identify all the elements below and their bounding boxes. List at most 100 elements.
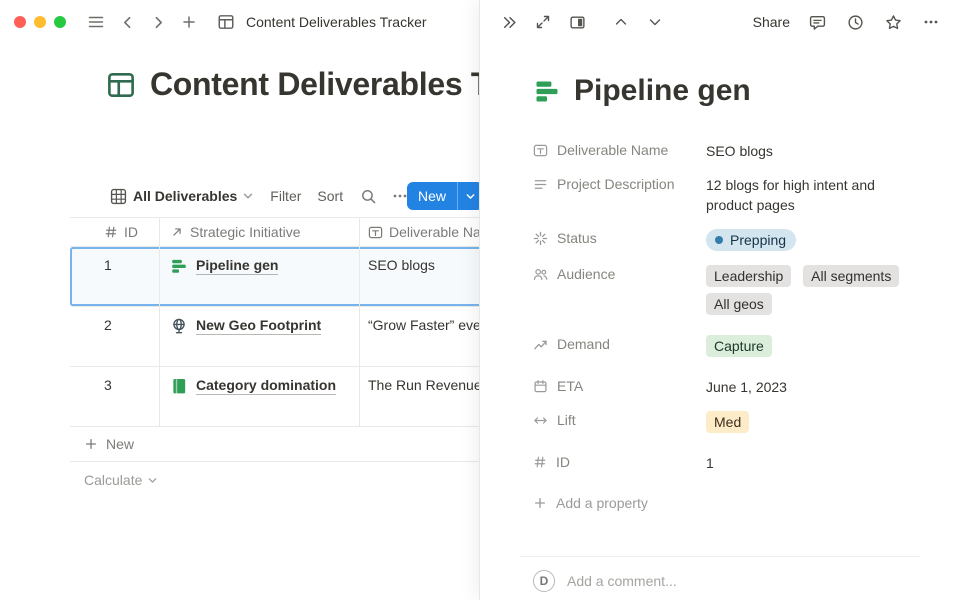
updates-button[interactable] — [844, 9, 866, 35]
cell-id[interactable]: 3 — [70, 367, 160, 426]
page-options-button[interactable] — [920, 9, 942, 35]
forward-button[interactable] — [147, 10, 169, 34]
audience-tag[interactable]: All segments — [803, 265, 899, 287]
column-label: Strategic Initiative — [190, 224, 301, 240]
peek-mode-button[interactable] — [566, 9, 588, 35]
chevron-down-icon — [647, 14, 663, 30]
titlebar-page-title[interactable]: Content Deliverables Tracker — [246, 14, 427, 30]
page-link-label: New Geo Footprint — [196, 317, 321, 335]
property-value[interactable]: Med — [706, 411, 920, 439]
property-label[interactable]: Status — [533, 229, 706, 246]
page-link-label: Pipeline gen — [196, 257, 278, 275]
page-link[interactable]: New Geo Footprint — [170, 317, 321, 335]
sort-button[interactable]: Sort — [317, 188, 343, 204]
property-label[interactable]: Lift — [533, 411, 706, 428]
side-peek-panel: Share Pipeline gen — [479, 0, 960, 600]
property-value[interactable]: SEO blogs — [706, 141, 920, 161]
page-link-label: Category domination — [196, 377, 336, 395]
property-label-text: ID — [556, 454, 570, 470]
new-record-button[interactable]: New — [407, 182, 457, 210]
previous-record-button[interactable] — [610, 9, 632, 35]
sidebar-toggle-button[interactable] — [85, 10, 107, 34]
property-value[interactable]: Leadership All segments All geos — [706, 265, 920, 321]
property-project-description: Project Description 12 blogs for high in… — [533, 168, 920, 222]
plus-icon — [181, 14, 197, 30]
people-icon — [533, 267, 548, 282]
property-value[interactable]: Prepping — [706, 229, 920, 251]
comment-composer[interactable]: D Add a comment... — [533, 557, 920, 592]
status-label: Prepping — [730, 230, 786, 250]
green-bar-chart-icon — [170, 257, 188, 275]
property-label-text: Demand — [557, 336, 610, 352]
column-header-id[interactable]: ID — [70, 218, 160, 246]
cell-id[interactable]: 1 — [70, 247, 160, 306]
database-page-icon — [217, 13, 235, 31]
property-label[interactable]: Project Description — [533, 175, 706, 192]
favorite-button[interactable] — [882, 9, 904, 35]
comment-input[interactable]: Add a comment... — [567, 573, 677, 589]
table-view-icon — [110, 188, 127, 205]
property-label[interactable]: ETA — [533, 377, 706, 394]
property-demand: Demand Capture — [533, 328, 920, 370]
close-peek-button[interactable] — [498, 9, 520, 35]
property-deliverable-name: Deliverable Name SEO blogs — [533, 134, 920, 168]
green-bar-chart-icon[interactable] — [533, 77, 561, 105]
property-value[interactable]: 12 blogs for high intent and product pag… — [706, 175, 920, 215]
property-label-text: ETA — [557, 378, 583, 394]
page-table-icon[interactable] — [106, 70, 136, 100]
lift-tag[interactable]: Med — [706, 411, 749, 433]
new-page-button[interactable] — [178, 10, 200, 34]
search-button[interactable] — [357, 184, 379, 208]
property-value[interactable]: June 1, 2023 — [706, 377, 920, 397]
minimize-window-button[interactable] — [34, 16, 46, 28]
deliverable-value: The Run Revenue S — [368, 377, 495, 393]
property-label[interactable]: Deliverable Name — [533, 141, 706, 158]
cell-strategic-initiative[interactable]: Category domination — [160, 367, 360, 426]
green-book-icon — [170, 377, 188, 395]
comments-button[interactable] — [806, 9, 828, 35]
dots-icon — [922, 13, 940, 31]
id-value: 1 — [104, 257, 112, 273]
property-label-text: Project Description — [557, 176, 675, 192]
property-value[interactable]: Capture — [706, 335, 920, 363]
status-badge[interactable]: Prepping — [706, 229, 796, 251]
calculate-label: Calculate — [84, 472, 142, 488]
audience-tag[interactable]: All geos — [706, 293, 772, 315]
text-lines-icon — [533, 177, 548, 192]
view-selector[interactable]: All Deliverables — [133, 188, 237, 204]
demand-tag[interactable]: Capture — [706, 335, 772, 357]
property-value[interactable]: 1 — [706, 453, 920, 473]
hash-icon — [533, 455, 547, 469]
audience-tag[interactable]: Leadership — [706, 265, 791, 287]
share-button[interactable]: Share — [753, 14, 790, 30]
zoom-window-button[interactable] — [54, 16, 66, 28]
deliverable-value: SEO blogs — [368, 257, 435, 273]
property-label[interactable]: Demand — [533, 335, 706, 352]
open-full-page-button[interactable] — [532, 9, 554, 35]
plus-icon — [84, 437, 98, 451]
next-record-button[interactable] — [644, 9, 666, 35]
chevron-down-icon[interactable] — [242, 190, 254, 202]
page-link[interactable]: Category domination — [170, 377, 336, 395]
add-property-button[interactable]: Add a property — [533, 486, 920, 520]
status-dot — [715, 236, 723, 244]
property-label[interactable]: Audience — [533, 265, 706, 282]
clock-icon — [847, 14, 864, 31]
panel-body: Pipeline gen Deliverable Name SEO blogs — [480, 44, 960, 592]
filter-button[interactable]: Filter — [270, 188, 301, 204]
chevron-down-icon — [147, 475, 158, 486]
back-button[interactable] — [116, 10, 138, 34]
cell-strategic-initiative[interactable]: New Geo Footprint — [160, 307, 360, 366]
record-title[interactable]: Pipeline gen — [574, 74, 751, 108]
hash-icon — [104, 225, 118, 239]
expand-diagonal-icon — [535, 14, 551, 30]
close-window-button[interactable] — [14, 16, 26, 28]
column-header-strategic-initiative[interactable]: Strategic Initiative — [160, 218, 360, 246]
cell-id[interactable]: 2 — [70, 307, 160, 366]
page-link[interactable]: Pipeline gen — [170, 257, 278, 275]
column-label: ID — [124, 224, 138, 240]
cell-strategic-initiative[interactable]: Pipeline gen — [160, 247, 360, 306]
property-label[interactable]: ID — [533, 453, 706, 470]
property-label-text: Audience — [557, 266, 615, 282]
double-chevron-right-icon — [501, 14, 518, 31]
